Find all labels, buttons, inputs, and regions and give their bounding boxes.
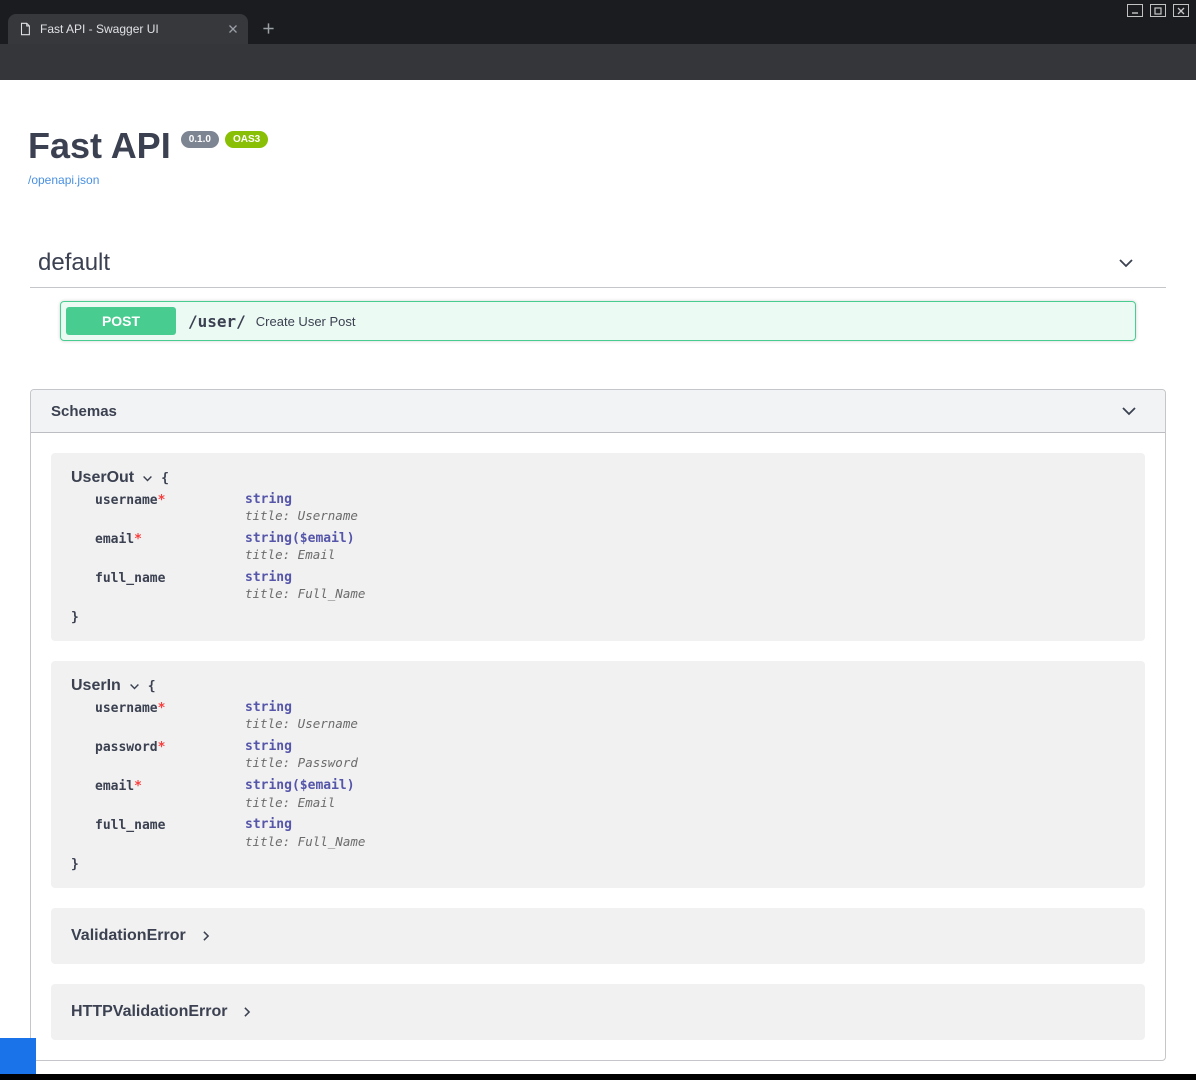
chevron-down-icon[interactable] [1116, 253, 1136, 273]
property-title: title: Password [245, 756, 358, 770]
taskbar-blue-square [0, 1038, 36, 1074]
minimize-button[interactable] [1127, 4, 1143, 17]
property-title: title: Email [245, 548, 355, 562]
required-star: * [158, 493, 166, 508]
model-userin: UserIn { username* string title: Usernam… [51, 661, 1145, 888]
http-method-badge: POST [66, 307, 176, 335]
schemas-header[interactable]: Schemas [31, 390, 1165, 433]
property-name: full_name [95, 818, 245, 848]
maximize-icon [1154, 7, 1162, 15]
property-title: title: Full_Name [245, 587, 365, 601]
close-brace: } [71, 857, 1125, 872]
required-star: * [158, 701, 166, 716]
model-properties: username* string title: Username passwor… [95, 701, 1125, 848]
title-badges: 0.1.0 OAS3 [181, 131, 268, 148]
property-name: username* [95, 493, 245, 523]
browser-toolbar: 127.0.0.1:8000/docs [0, 44, 1196, 80]
property-definition: string($email) title: Email [245, 779, 355, 809]
opblock-summary[interactable]: POST /user/ Create User Post [61, 302, 1135, 340]
schema-property-row: password* string title: Password [95, 740, 1125, 770]
property-title: title: Username [245, 509, 358, 523]
property-definition: string title: Username [245, 493, 358, 523]
bottom-black-bar [0, 1074, 1196, 1080]
page-favicon-icon [18, 22, 32, 36]
plus-icon [262, 22, 275, 35]
window-controls [1127, 4, 1189, 17]
new-tab-button[interactable] [262, 22, 275, 35]
property-type: string [245, 818, 365, 832]
chevron-right-icon [199, 929, 213, 943]
operation-path: /user/ [188, 312, 246, 331]
model-title: HTTPValidationError [71, 1003, 227, 1021]
chevron-down-icon[interactable] [1119, 401, 1139, 421]
property-definition: string title: Full_Name [245, 818, 365, 848]
required-star: * [134, 779, 142, 794]
schema-property-row: email* string($email) title: Email [95, 779, 1125, 809]
property-name: username* [95, 701, 245, 731]
schemas-section: Schemas UserOut { username* string [30, 389, 1166, 1061]
property-type: string [245, 571, 365, 585]
model-title: UserIn [71, 677, 121, 695]
swagger-page: Fast API 0.1.0 OAS3 /openapi.json defaul… [0, 80, 1196, 1074]
model-httpvalidationerror[interactable]: HTTPValidationError [51, 984, 1145, 1040]
tag-label: default [38, 249, 110, 277]
property-name: full_name [95, 571, 245, 601]
property-name: email* [95, 779, 245, 809]
model-title: ValidationError [71, 927, 186, 945]
property-title: title: Username [245, 717, 358, 731]
maximize-button[interactable] [1150, 4, 1166, 17]
opblock-post-user: POST /user/ Create User Post [60, 301, 1136, 341]
chevron-down-icon [141, 472, 154, 485]
property-definition: string title: Password [245, 740, 358, 770]
chevron-down-icon [128, 680, 141, 693]
close-icon [1177, 7, 1185, 15]
tag-header-default[interactable]: default [30, 239, 1166, 288]
property-definition: string title: Username [245, 701, 358, 731]
open-brace: { [148, 679, 156, 694]
close-brace: } [71, 610, 1125, 625]
property-title: title: Email [245, 796, 355, 810]
openapi-spec-link[interactable]: /openapi.json [28, 173, 99, 187]
property-definition: string($email) title: Email [245, 532, 355, 562]
property-type: string [245, 493, 358, 507]
tab-close-button[interactable] [228, 24, 238, 34]
close-icon [228, 24, 238, 34]
minimize-icon [1131, 7, 1139, 15]
chevron-right-icon [240, 1005, 254, 1019]
required-star: * [158, 740, 166, 755]
property-type: string [245, 740, 358, 754]
api-info-section: Fast API 0.1.0 OAS3 /openapi.json [28, 128, 1168, 189]
tag-section-default: default POST /user/ Create User Post [30, 239, 1166, 341]
oas3-badge: OAS3 [225, 131, 268, 148]
property-title: title: Full_Name [245, 835, 365, 849]
schema-property-row: full_name string title: Full_Name [95, 818, 1125, 848]
open-brace: { [161, 471, 169, 486]
version-badge: 0.1.0 [181, 131, 219, 148]
model-userout: UserOut { username* string title: Userna… [51, 453, 1145, 641]
property-type: string [245, 701, 358, 715]
model-properties: username* string title: Username email* … [95, 493, 1125, 601]
model-toggle[interactable]: UserOut { [71, 469, 1125, 487]
property-name: password* [95, 740, 245, 770]
property-definition: string title: Full_Name [245, 571, 365, 601]
property-type: string($email) [245, 779, 355, 793]
property-type: string($email) [245, 532, 355, 546]
operation-summary: Create User Post [256, 314, 356, 329]
schema-property-row: username* string title: Username [95, 493, 1125, 523]
model-toggle[interactable]: UserIn { [71, 677, 1125, 695]
schema-property-row: email* string($email) title: Email [95, 532, 1125, 562]
model-title: UserOut [71, 469, 134, 487]
schemas-label: Schemas [51, 403, 117, 420]
schema-property-row: full_name string title: Full_Name [95, 571, 1125, 601]
tab-title: Fast API - Swagger UI [40, 22, 220, 36]
browser-tab[interactable]: Fast API - Swagger UI [8, 14, 248, 44]
model-validationerror[interactable]: ValidationError [51, 908, 1145, 964]
page-title: Fast API [28, 128, 171, 164]
browser-titlebar: Fast API - Swagger UI [0, 0, 1196, 44]
close-window-button[interactable] [1173, 4, 1189, 17]
property-name: email* [95, 532, 245, 562]
required-star: * [134, 532, 142, 547]
schemas-body: UserOut { username* string title: Userna… [31, 433, 1165, 1060]
schema-property-row: username* string title: Username [95, 701, 1125, 731]
